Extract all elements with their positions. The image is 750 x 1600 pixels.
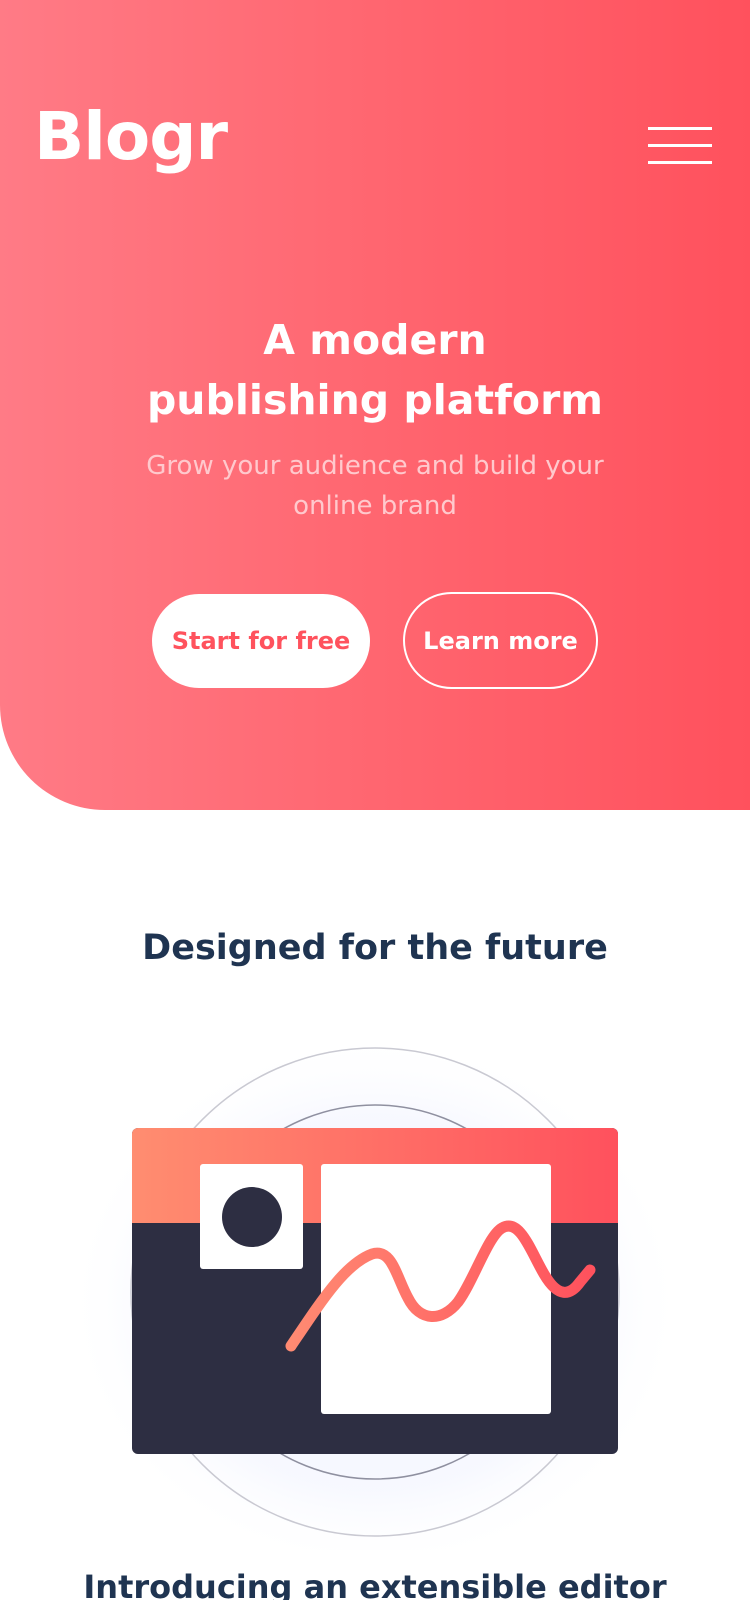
hamburger-line (648, 127, 712, 130)
hamburger-menu-icon[interactable] (648, 127, 712, 165)
document-card (321, 1164, 551, 1414)
logo[interactable]: Blogr (34, 104, 228, 170)
subsection-title: Introducing an extensible editor (83, 1568, 667, 1600)
hero-section: Blogr A modern publishing platform Grow … (0, 0, 750, 810)
editor-illustration (60, 1022, 690, 1562)
hamburger-line (648, 161, 712, 164)
page: Blogr A modern publishing platform Grow … (0, 0, 750, 1600)
hero-title-line-1: A modern (263, 316, 487, 364)
section-title: Designed for the future (142, 928, 608, 968)
hamburger-line (648, 144, 712, 147)
hero-title: A modern publishing platform (0, 310, 750, 430)
learn-more-button[interactable]: Learn more (403, 592, 598, 689)
hero-subtitle: Grow your audience and build your online… (146, 451, 604, 521)
avatar-icon (222, 1187, 282, 1247)
start-for-free-button[interactable]: Start for free (152, 594, 370, 688)
hero-title-line-2: publishing platform (146, 376, 604, 424)
